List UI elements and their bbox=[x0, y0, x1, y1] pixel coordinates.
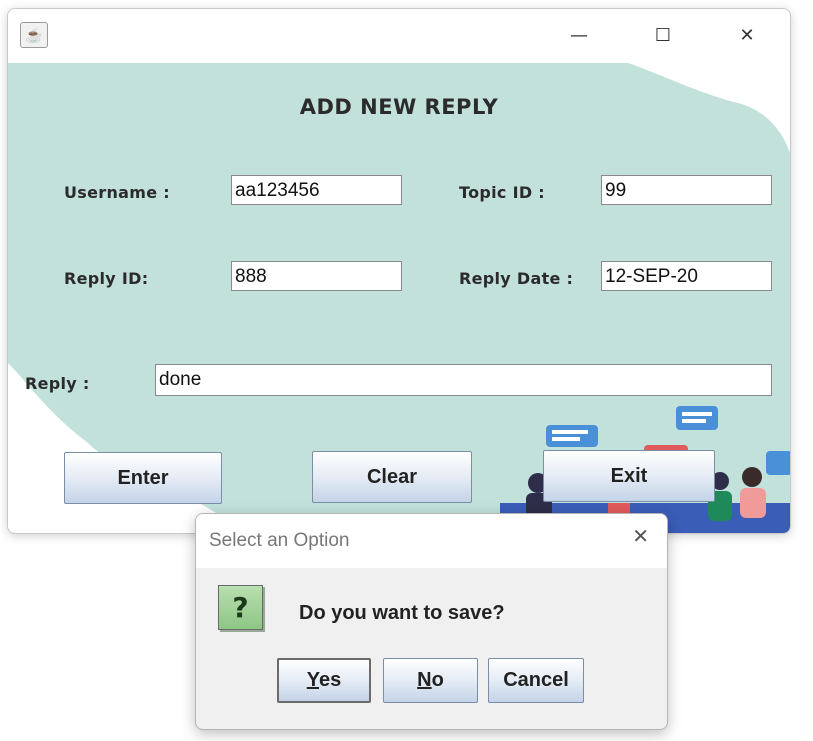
reply-date-label: Reply Date : bbox=[459, 269, 574, 288]
no-label-rest: o bbox=[431, 669, 444, 691]
yes-mnemonic: Y bbox=[306, 669, 319, 691]
topic-id-field[interactable]: 99 bbox=[601, 175, 772, 205]
reply-id-field[interactable]: 888 bbox=[231, 261, 402, 291]
close-icon[interactable]: ✕ bbox=[632, 524, 649, 548]
minimize-icon[interactable]: — bbox=[556, 19, 602, 53]
main-window: ☕ — ☐ ✕ ADD NEW REPLY Username : aa12345… bbox=[7, 8, 791, 534]
dialog-message: Do you want to save? bbox=[299, 602, 505, 624]
confirm-dialog: Select an Option ✕ ? Do you want to save… bbox=[195, 513, 668, 730]
page-title: ADD NEW REPLY bbox=[299, 95, 499, 119]
dialog-title: Select an Option bbox=[209, 530, 350, 551]
no-mnemonic: N bbox=[417, 669, 432, 691]
no-button[interactable]: No bbox=[383, 658, 478, 703]
dialog-title-bar[interactable]: Select an Option ✕ bbox=[196, 514, 667, 568]
reply-field[interactable]: done bbox=[155, 364, 772, 396]
clear-button[interactable]: Clear bbox=[312, 451, 472, 503]
cancel-button[interactable]: Cancel bbox=[488, 658, 584, 703]
reply-id-label: Reply ID: bbox=[64, 269, 149, 288]
question-icon: ? bbox=[218, 585, 263, 630]
form-panel: ADD NEW REPLY Username : aa123456 Topic … bbox=[8, 63, 790, 533]
topic-id-label: Topic ID : bbox=[459, 183, 545, 202]
enter-button[interactable]: Enter bbox=[64, 452, 222, 504]
close-icon[interactable]: ✕ bbox=[724, 19, 770, 53]
yes-label-rest: es bbox=[319, 669, 342, 691]
reply-label: Reply : bbox=[25, 374, 90, 393]
java-cup-icon: ☕ bbox=[20, 22, 48, 48]
maximize-icon[interactable]: ☐ bbox=[640, 19, 686, 53]
username-field[interactable]: aa123456 bbox=[231, 175, 402, 205]
reply-date-field[interactable]: 12-SEP-20 bbox=[601, 261, 772, 291]
username-label: Username : bbox=[64, 183, 170, 202]
title-bar[interactable]: ☕ — ☐ ✕ bbox=[8, 9, 790, 63]
exit-button[interactable]: Exit bbox=[543, 450, 715, 502]
yes-button[interactable]: Yes bbox=[277, 658, 371, 703]
